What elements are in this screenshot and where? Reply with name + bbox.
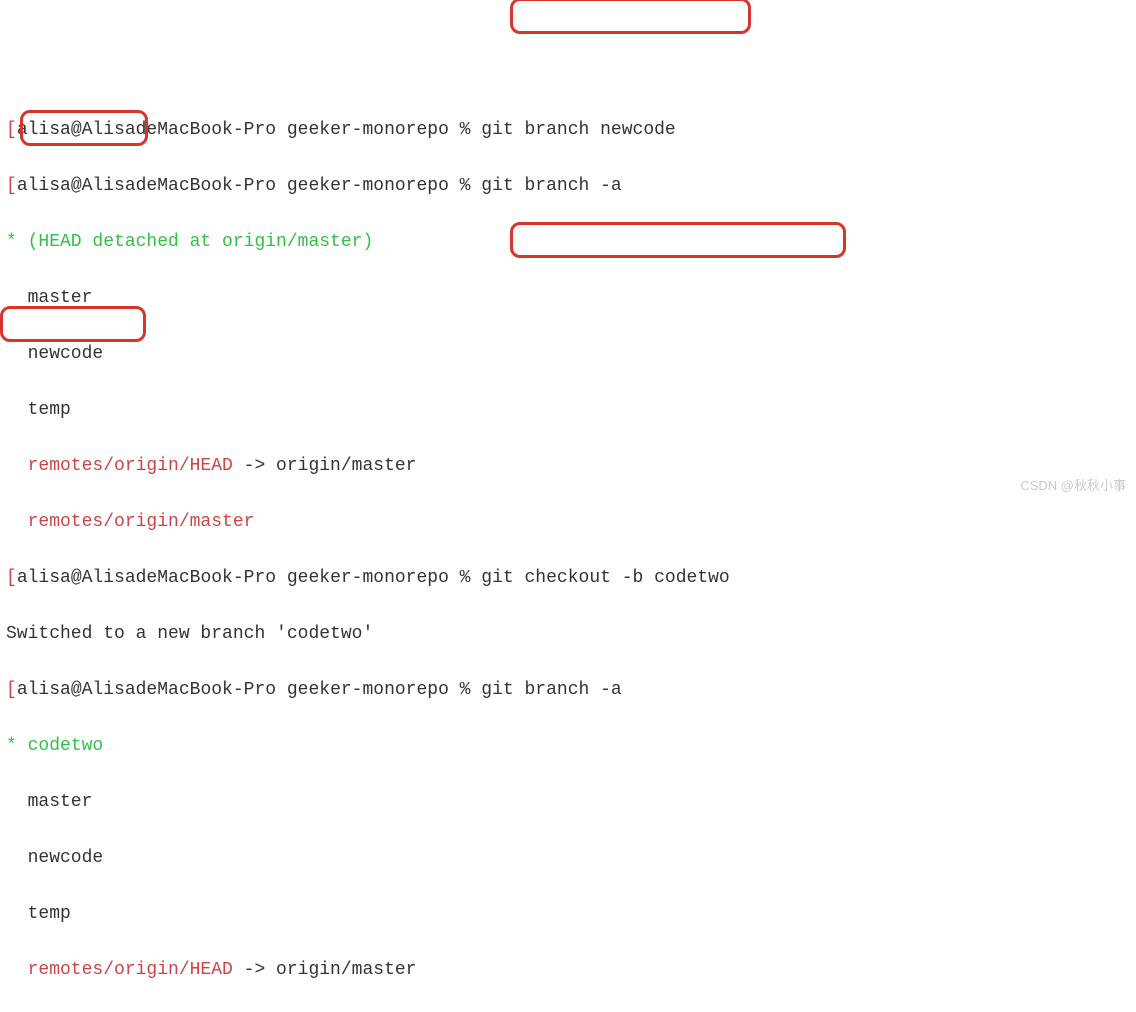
branch-codetwo: codetwo xyxy=(28,736,104,756)
output-remote-head: remotes/origin/HEAD -> origin/master xyxy=(6,452,1130,480)
watermark: CSDN @秋秋小事 xyxy=(1020,472,1126,500)
terminal-line: [alisa@AlisadeMacBook-Pro geeker-monorep… xyxy=(6,564,1130,592)
output-remote-master: remotes/origin/master xyxy=(6,508,1130,536)
branch-master: master xyxy=(6,288,92,308)
command-git-branch-a-2[interactable]: git branch -a xyxy=(481,680,621,700)
prompt: alisa@AlisadeMacBook-Pro geeker-monorepo… xyxy=(17,120,481,140)
remote-master: remotes/origin/master xyxy=(6,512,254,532)
output-codetwo-current: * codetwo xyxy=(6,732,1130,760)
prompt: alisa@AlisadeMacBook-Pro geeker-monorepo… xyxy=(17,568,481,588)
output-head-detached: * (HEAD detached at origin/master) xyxy=(6,228,1130,256)
prompt-bracket: [ xyxy=(6,176,17,196)
command-git-checkout-b-codetwo[interactable]: git checkout -b codetwo xyxy=(481,568,729,588)
output-branch-temp: temp xyxy=(6,396,1130,424)
head-detached-text: * (HEAD detached at origin/master) xyxy=(6,232,373,252)
output-branch-newcode: newcode xyxy=(6,340,1130,368)
output-remote-head-2: remotes/origin/HEAD -> origin/master xyxy=(6,956,1130,984)
branch-newcode-2: newcode xyxy=(6,848,103,868)
output-switched: Switched to a new branch 'codetwo' xyxy=(6,620,1130,648)
output-branch-temp-2: temp xyxy=(6,900,1130,928)
command-git-branch-newcode[interactable]: git branch newcode xyxy=(481,120,675,140)
terminal-line: [alisa@AlisadeMacBook-Pro geeker-monorep… xyxy=(6,116,1130,144)
remote-head-arrow-2: -> origin/master xyxy=(233,960,417,980)
remote-head-arrow: -> origin/master xyxy=(233,456,417,476)
branch-temp: temp xyxy=(6,400,71,420)
branch-master-2: master xyxy=(6,792,92,812)
remote-head-2: remotes/origin/HEAD xyxy=(6,960,233,980)
terminal-line: [alisa@AlisadeMacBook-Pro geeker-monorep… xyxy=(6,676,1130,704)
terminal-line: [alisa@AlisadeMacBook-Pro geeker-monorep… xyxy=(6,172,1130,200)
prompt-bracket: [ xyxy=(6,680,17,700)
prompt: alisa@AlisadeMacBook-Pro geeker-monorepo… xyxy=(17,680,481,700)
prompt: alisa@AlisadeMacBook-Pro geeker-monorepo… xyxy=(17,176,481,196)
codetwo-star: * xyxy=(6,736,28,756)
remote-head: remotes/origin/HEAD xyxy=(6,456,233,476)
branch-temp-2: temp xyxy=(6,904,71,924)
prompt-bracket: [ xyxy=(6,568,17,588)
command-git-branch-a[interactable]: git branch -a xyxy=(481,176,621,196)
switched-text: Switched to a new branch 'codetwo' xyxy=(6,624,373,644)
output-branch-master: master xyxy=(6,284,1130,312)
branch-newcode: newcode xyxy=(6,344,103,364)
output-branch-newcode-2: newcode xyxy=(6,844,1130,872)
output-branch-master-2: master xyxy=(6,788,1130,816)
prompt-bracket: [ xyxy=(6,120,17,140)
annotation-box-git-branch-newcode xyxy=(510,0,751,34)
